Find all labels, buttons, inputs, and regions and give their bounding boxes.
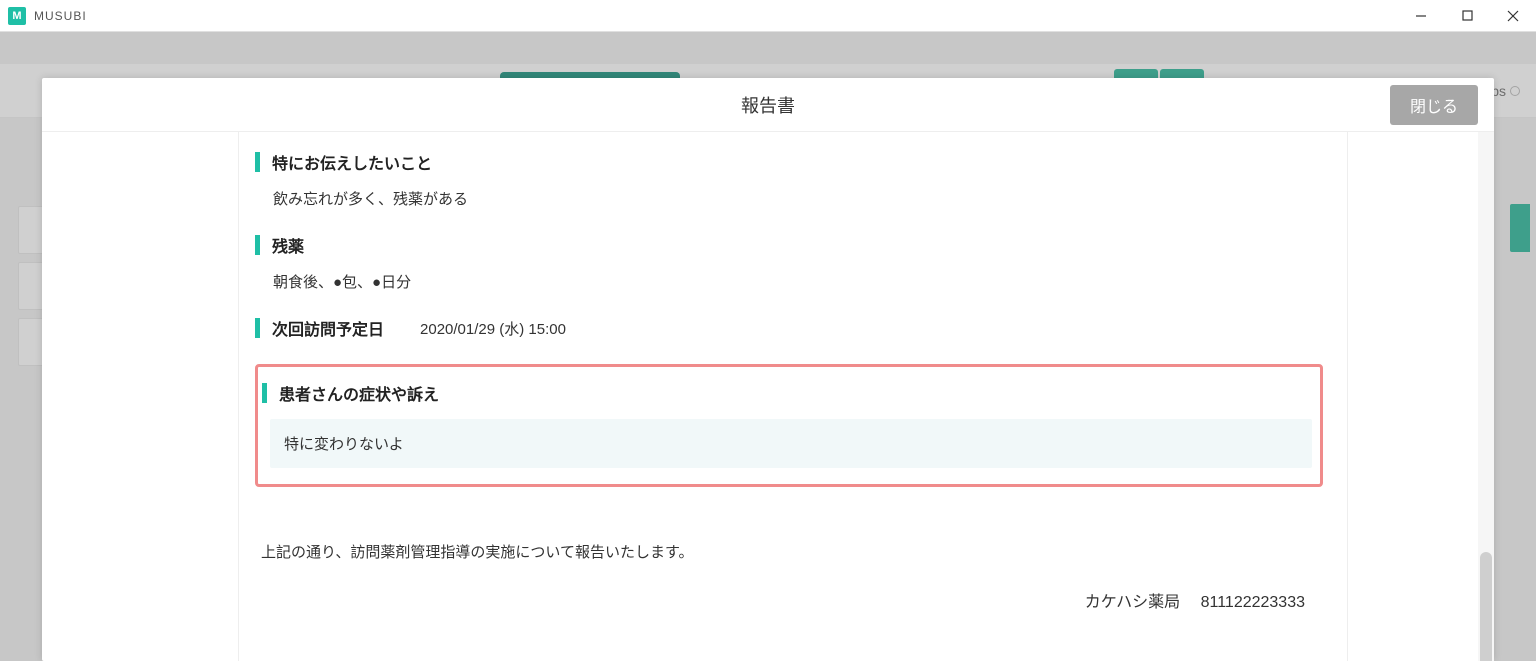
signature-number: 811122223333	[1201, 594, 1305, 611]
close-window-button[interactable]	[1490, 0, 1536, 31]
minimize-button[interactable]	[1398, 0, 1444, 31]
highlighted-symptoms-box: 患者さんの症状や訴え 特に変わりないよ	[255, 364, 1323, 487]
report-signature: カケハシ薬局 811122223333	[255, 588, 1323, 612]
section-title-next-visit: 次回訪問予定日	[255, 316, 384, 340]
section-next-visit: 次回訪問予定日 2020/01/29 (水) 15:00	[255, 316, 1323, 340]
section-title-remaining: 残薬	[255, 233, 1323, 257]
section-body-remaining: 朝食後、●包、●日分	[255, 271, 1323, 292]
app-icon: M	[8, 7, 26, 25]
modal-scrollbar[interactable]	[1478, 132, 1494, 661]
close-modal-button[interactable]: 閉じる	[1390, 85, 1478, 125]
report-document: 特にお伝えしたいこと 飲み忘れが多く、残薬がある 残薬 朝食後、●包、●日分 次…	[238, 132, 1348, 661]
app-title: MUSUBI	[34, 9, 87, 23]
window-controls	[1398, 0, 1536, 31]
scrollbar-thumb[interactable]	[1480, 552, 1492, 661]
signature-pharmacy-name: カケハシ薬局	[1085, 594, 1180, 611]
section-body-symptoms: 特に変わりないよ	[270, 419, 1312, 468]
modal-body: 特にお伝えしたいこと 飲み忘れが多く、残薬がある 残薬 朝食後、●包、●日分 次…	[42, 132, 1494, 661]
section-title-convey: 特にお伝えしたいこと	[255, 150, 1323, 174]
maximize-button[interactable]	[1444, 0, 1490, 31]
section-title-text: 次回訪問予定日	[272, 316, 384, 340]
section-title-symptoms: 患者さんの症状や訴え	[262, 381, 1312, 405]
section-title-text: 患者さんの症状や訴え	[279, 381, 439, 405]
modal-title: 報告書	[741, 92, 795, 118]
modal-header: 報告書 閉じる	[42, 78, 1494, 132]
section-title-text: 残薬	[272, 233, 304, 257]
next-visit-value: 2020/01/29 (水) 15:00	[420, 318, 566, 339]
section-body-convey: 飲み忘れが多く、残薬がある	[255, 188, 1323, 209]
window-titlebar: M MUSUBI	[0, 0, 1536, 32]
report-modal: 報告書 閉じる 特にお伝えしたいこと 飲み忘れが多く、残薬がある 残薬 朝食後、…	[42, 78, 1494, 661]
section-title-text: 特にお伝えしたいこと	[272, 150, 432, 174]
report-footer-note: 上記の通り、訪問薬剤管理指導の実施について報告いたします。	[255, 541, 1323, 562]
